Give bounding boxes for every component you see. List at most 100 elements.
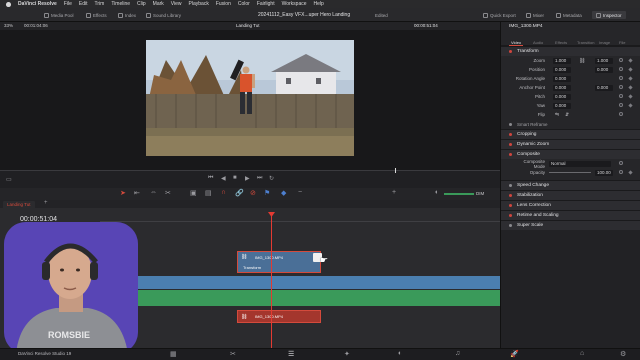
zoom-y-field[interactable]: 1.000 [595,57,613,64]
menu-color[interactable]: Color [238,1,250,7]
reset-icon[interactable] [619,94,623,98]
stop-icon[interactable]: ■ [233,175,237,181]
tab-file[interactable]: File [619,40,625,45]
stabilization-section[interactable]: Stabilization [501,190,640,200]
mixer-button[interactable]: Mixer [526,11,544,19]
tab-audio[interactable]: Audio [533,40,543,45]
pitch-field[interactable]: 0.000 [553,93,571,100]
playhead[interactable] [271,214,272,348]
cropping-section[interactable]: Cropping [501,129,640,139]
selection-tool-icon[interactable]: ➤ [120,189,126,197]
menu-fairlight[interactable]: Fairlight [257,1,275,7]
menu-workspace[interactable]: Workspace [282,1,307,7]
enable-dot-icon[interactable] [509,50,512,53]
opacity-field[interactable]: 100.00 [595,169,613,176]
menu-trim[interactable]: Trim [95,1,105,7]
loop-icon[interactable]: ↻ [269,175,274,182]
dynamic-zoom-section[interactable]: Dynamic Zoom [501,139,640,149]
index-button[interactable]: Index [118,11,136,19]
add-timeline-tab-icon[interactable]: + [44,200,48,206]
fusion-page-icon[interactable]: ✦ [344,350,350,358]
opacity-slider[interactable] [549,172,591,173]
reset-icon[interactable] [619,112,623,116]
menu-clip[interactable]: Clip [137,1,146,7]
zoom-level[interactable]: 33% [4,23,13,28]
position-y-field[interactable]: 0.000 [595,66,613,73]
reverse-play-icon[interactable]: ◀ [221,175,226,182]
project-manager-icon[interactable]: ⌂ [580,350,584,357]
enable-dot-icon[interactable] [509,133,512,136]
enable-dot-icon[interactable] [509,204,512,207]
retime-section[interactable]: Retime and Scaling [501,210,640,220]
keyframe-icon[interactable] [628,103,633,108]
overwrite-clip-icon[interactable]: ▤ [205,189,212,197]
tab-effects[interactable]: Effects [555,40,567,45]
reset-icon[interactable] [619,103,623,107]
keyframe-icon[interactable] [628,58,633,63]
keyframe-icon[interactable] [628,67,633,72]
flag-icon[interactable]: ⚑ [264,189,270,197]
menu-view[interactable]: View [171,1,182,7]
yaw-field[interactable]: 0.000 [553,102,571,109]
enable-dot-icon[interactable] [509,214,512,217]
zoom-out-icon[interactable]: − [298,189,302,196]
media-pool-button[interactable]: Media Pool [44,11,74,19]
timeline-ruler[interactable] [100,214,500,222]
video-viewer[interactable] [0,30,500,170]
position-x-field[interactable]: 0.000 [553,66,571,73]
audio-track[interactable] [137,290,500,306]
apple-icon[interactable] [6,1,11,7]
position-lock-icon[interactable]: ⊘ [250,189,256,197]
tab-transition[interactable]: Transition [577,40,594,45]
zoom-in-icon[interactable]: + [392,189,396,196]
enable-dot-icon[interactable] [509,153,512,156]
quick-export-button[interactable]: Quick Export [483,11,516,19]
super-scale-section[interactable]: Super Scale [501,220,640,230]
timeline-tab[interactable]: Landing Tut [3,201,35,208]
fairlight-page-icon[interactable]: ♫ [455,350,460,357]
reset-icon[interactable] [619,76,623,80]
transform-section[interactable]: Transform [501,46,640,56]
media-page-icon[interactable]: ▦ [170,350,177,358]
cut-page-icon[interactable]: ✂ [230,350,236,358]
anchor-x-field[interactable]: 0.000 [553,84,571,91]
menu-mark[interactable]: Mark [153,1,164,7]
metadata-button[interactable]: Metadata [556,11,582,19]
marker-icon[interactable]: ◆ [281,189,286,197]
link-zoom-icon[interactable]: ⛓ [579,58,585,64]
snapping-icon[interactable]: ∩ [221,189,226,196]
edit-page-icon[interactable]: ☰ [288,350,294,358]
link-icon[interactable]: 🔗 [235,189,244,197]
enable-dot-icon[interactable] [509,143,512,146]
menu-timeline[interactable]: Timeline [111,1,130,7]
deliver-page-icon[interactable]: 🚀 [510,350,519,358]
reset-icon[interactable] [619,161,623,165]
menu-playback[interactable]: Playback [189,1,209,7]
flip-vertical-icon[interactable]: ⇵ [565,112,569,118]
dynamic-trim-icon[interactable]: ⇔ [150,189,157,196]
smart-reframe-row[interactable]: Smart Reframe [501,120,640,129]
effects-button[interactable]: Effects [86,11,107,19]
keyframe-icon[interactable] [628,76,633,81]
composite-section[interactable]: Composite [501,149,640,159]
trim-tool-icon[interactable]: ⇤ [134,189,140,197]
video-clip[interactable]: ⛓ IMG_1300.MP4 Transform [237,251,321,273]
skip-start-icon[interactable]: ⏮ [208,175,213,182]
menu-app-name[interactable]: DaVinci Resolve [18,1,57,7]
tab-image[interactable]: Image [599,40,610,45]
keyframe-icon[interactable] [628,85,633,90]
reset-icon[interactable] [619,58,623,62]
flip-horizontal-icon[interactable]: ⇋ [555,112,559,118]
inspector-button[interactable]: Inspector [592,11,626,19]
zoom-x-field[interactable]: 1.000 [553,57,571,64]
menu-file[interactable]: File [64,1,72,7]
blade-tool-icon[interactable]: ✂ [165,189,171,197]
reset-icon[interactable] [619,85,623,89]
composite-mode-select[interactable]: Normal [549,160,611,167]
anchor-y-field[interactable]: 0.000 [595,84,613,91]
settings-gear-icon[interactable]: ⚙ [620,350,626,358]
color-page-icon[interactable]: ◐ [398,350,402,357]
reset-icon[interactable] [619,170,623,174]
speaker-icon[interactable]: ◖ [434,189,438,196]
speed-change-section[interactable]: Speed Change [501,180,640,190]
